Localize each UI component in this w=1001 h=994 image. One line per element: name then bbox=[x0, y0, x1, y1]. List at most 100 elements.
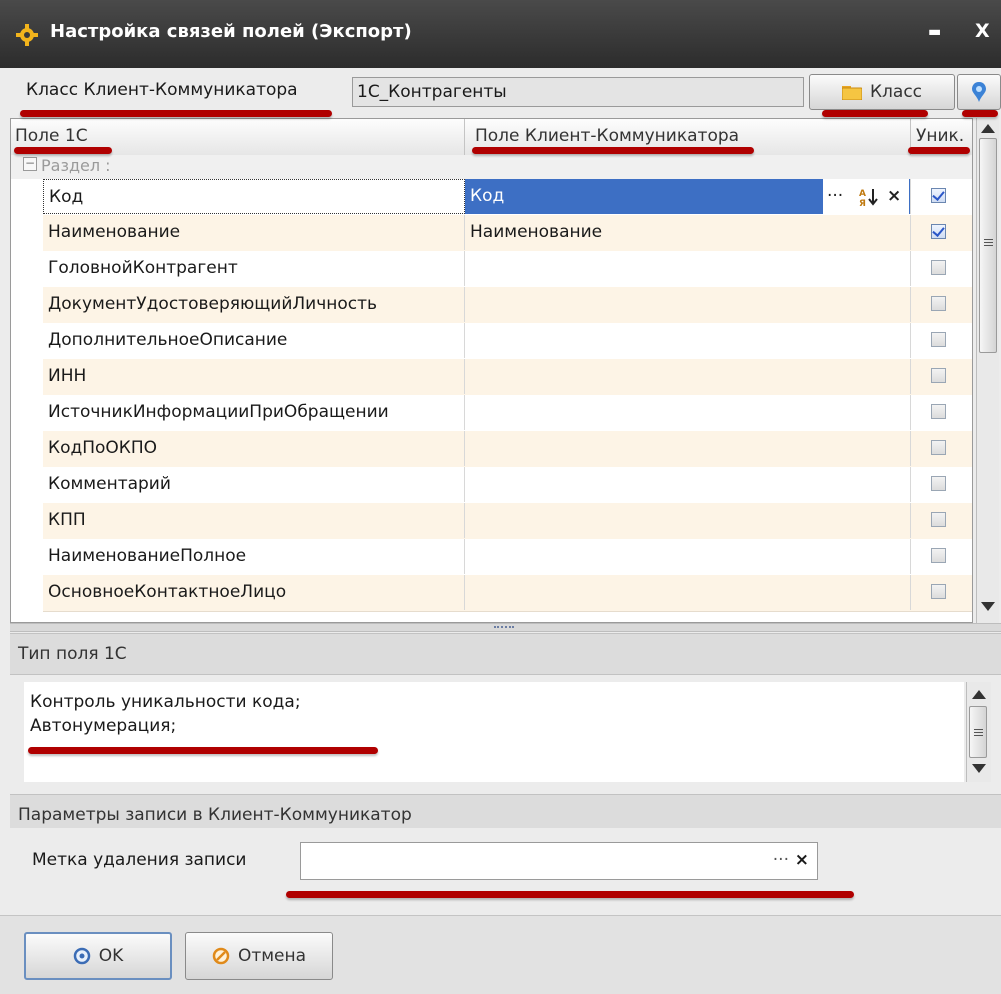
group-row[interactable]: − Раздел : bbox=[11, 155, 972, 179]
unique-checkbox[interactable] bbox=[931, 368, 946, 383]
type-section-header: Тип поля 1С bbox=[10, 633, 1001, 675]
unique-checkbox[interactable] bbox=[931, 332, 946, 347]
annotation-underline bbox=[20, 110, 332, 117]
cell-field-kk-editor[interactable]: Код ··· A Я × bbox=[465, 179, 911, 214]
scroll-down-icon[interactable] bbox=[981, 602, 995, 611]
type-line: Контроль уникальности кода; bbox=[30, 692, 301, 712]
sort-icon[interactable]: A Я bbox=[859, 187, 881, 207]
group-label: Раздел : bbox=[41, 156, 111, 175]
cell-field-1c[interactable]: ДокументУдостоверяющийЛичность bbox=[43, 287, 465, 322]
cell-field-1c[interactable]: ДополнительноеОписание bbox=[43, 323, 465, 358]
clear-button[interactable]: × bbox=[795, 846, 809, 874]
table-row[interactable]: КодПоОКПО bbox=[43, 431, 972, 468]
ok-icon bbox=[73, 947, 90, 965]
cell-field-kk[interactable] bbox=[465, 287, 911, 322]
splitter[interactable] bbox=[10, 623, 1001, 632]
cell-unique bbox=[911, 215, 972, 250]
delete-mark-field[interactable]: ··· × bbox=[300, 842, 818, 880]
close-button[interactable]: X bbox=[975, 20, 990, 42]
cell-field-kk[interactable] bbox=[465, 539, 911, 574]
cell-field-1c[interactable]: КПП bbox=[43, 503, 465, 538]
cell-field-1c[interactable]: Код bbox=[43, 179, 465, 214]
header-unique[interactable]: Уник. bbox=[916, 126, 964, 146]
unique-checkbox[interactable] bbox=[931, 440, 946, 455]
unique-checkbox[interactable] bbox=[931, 260, 946, 275]
delete-mark-label: Метка удаления записи bbox=[32, 850, 247, 870]
ellipsis-button[interactable]: ··· bbox=[773, 846, 789, 874]
unique-checkbox[interactable] bbox=[931, 404, 946, 419]
class-value-field[interactable]: 1C_Контрагенты bbox=[352, 77, 804, 107]
table-row[interactable]: КПП bbox=[43, 503, 972, 540]
minimize-button[interactable]: ▬ bbox=[928, 24, 941, 40]
ok-button[interactable]: OK bbox=[24, 932, 172, 980]
cell-field-1c[interactable]: НаименованиеПолное bbox=[43, 539, 465, 574]
cell-field-kk[interactable] bbox=[465, 323, 911, 358]
cell-unique bbox=[911, 287, 972, 322]
svg-text:Я: Я bbox=[859, 199, 866, 207]
memo-scrollbar[interactable] bbox=[966, 682, 991, 782]
collapse-icon[interactable]: − bbox=[23, 157, 37, 171]
cell-field-1c[interactable]: ОсновноеКонтактноеЛицо bbox=[43, 575, 465, 610]
cell-field-kk[interactable] bbox=[465, 503, 911, 538]
scroll-thumb[interactable] bbox=[979, 138, 997, 353]
annotation-underline bbox=[472, 147, 754, 154]
cell-field-kk: Код bbox=[470, 186, 505, 206]
cell-unique bbox=[911, 431, 972, 466]
grid-scrollbar[interactable] bbox=[976, 118, 999, 623]
table-row[interactable]: Код Код ··· A Я × bbox=[43, 179, 972, 216]
cell-field-1c[interactable]: Наименование bbox=[43, 215, 465, 250]
unique-checkbox[interactable] bbox=[931, 224, 946, 239]
scroll-thumb[interactable] bbox=[969, 706, 987, 758]
table-row[interactable]: ИсточникИнформацииПриОбращении bbox=[43, 395, 972, 432]
cell-editor-buttons: ··· A Я × bbox=[823, 179, 909, 214]
cell-field-1c[interactable]: ИсточникИнформацииПриОбращении bbox=[43, 395, 465, 430]
cell-field-1c[interactable]: ГоловнойКонтрагент bbox=[43, 251, 465, 286]
scroll-down-icon[interactable] bbox=[972, 764, 986, 773]
clear-button[interactable]: × bbox=[887, 179, 901, 214]
cell-field-kk[interactable] bbox=[465, 467, 911, 502]
dialog-window: Настройка связей полей (Экспорт) ▬ X Кла… bbox=[0, 0, 1001, 994]
table-row[interactable]: ГоловнойКонтрагент bbox=[43, 251, 972, 288]
table-row[interactable]: Комментарий bbox=[43, 467, 972, 504]
cell-field-kk[interactable]: Наименование bbox=[465, 215, 911, 250]
table-row[interactable]: НаименованиеПолное bbox=[43, 539, 972, 576]
cell-field-kk[interactable] bbox=[465, 251, 911, 286]
scroll-up-icon[interactable] bbox=[981, 124, 995, 133]
table-row[interactable]: ОсновноеКонтактноеЛицо bbox=[43, 575, 972, 612]
table-row[interactable]: ИНН bbox=[43, 359, 972, 396]
ellipsis-button[interactable]: ··· bbox=[827, 179, 843, 214]
button-bar: OK Отмена bbox=[0, 915, 1001, 994]
annotation-underline bbox=[962, 110, 998, 117]
unique-checkbox[interactable] bbox=[931, 296, 946, 311]
unique-checkbox[interactable] bbox=[931, 548, 946, 563]
title-bar[interactable]: Настройка связей полей (Экспорт) ▬ X bbox=[0, 0, 1001, 68]
cell-field-kk[interactable] bbox=[465, 395, 911, 430]
header-field-kk[interactable]: Поле Клиент-Коммуникатора bbox=[475, 126, 739, 146]
annotation-underline bbox=[822, 110, 928, 117]
unique-checkbox[interactable] bbox=[931, 476, 946, 491]
table-row[interactable]: ДополнительноеОписание bbox=[43, 323, 972, 360]
class-button[interactable]: Класс bbox=[809, 74, 955, 110]
table-row[interactable]: Наименование Наименование bbox=[43, 215, 972, 252]
cell-field-1c[interactable]: Комментарий bbox=[43, 467, 465, 502]
header-field-1c[interactable]: Поле 1С bbox=[15, 126, 88, 146]
type-memo[interactable]: Контроль уникальности кода; Автонумераци… bbox=[24, 682, 964, 782]
cell-unique bbox=[911, 539, 972, 574]
unique-checkbox[interactable] bbox=[931, 188, 946, 203]
scroll-up-icon[interactable] bbox=[972, 690, 986, 699]
cancel-button[interactable]: Отмена bbox=[185, 932, 333, 980]
cell-field-1c[interactable]: КодПоОКПО bbox=[43, 431, 465, 466]
help-button[interactable] bbox=[957, 74, 1001, 110]
cancel-label: Отмена bbox=[237, 946, 307, 966]
unique-checkbox[interactable] bbox=[931, 584, 946, 599]
cell-unique bbox=[911, 503, 972, 538]
cell-field-kk[interactable] bbox=[465, 431, 911, 466]
unique-checkbox[interactable] bbox=[931, 512, 946, 527]
ok-label: OK bbox=[98, 946, 124, 966]
cell-field-kk[interactable] bbox=[465, 575, 911, 610]
cell-field-kk[interactable] bbox=[465, 359, 911, 394]
cell-unique bbox=[911, 467, 972, 502]
params-section-title: Параметры записи в Клиент-Коммуникатор bbox=[18, 805, 412, 825]
table-row[interactable]: ДокументУдостоверяющийЛичность bbox=[43, 287, 972, 324]
cell-field-1c[interactable]: ИНН bbox=[43, 359, 465, 394]
